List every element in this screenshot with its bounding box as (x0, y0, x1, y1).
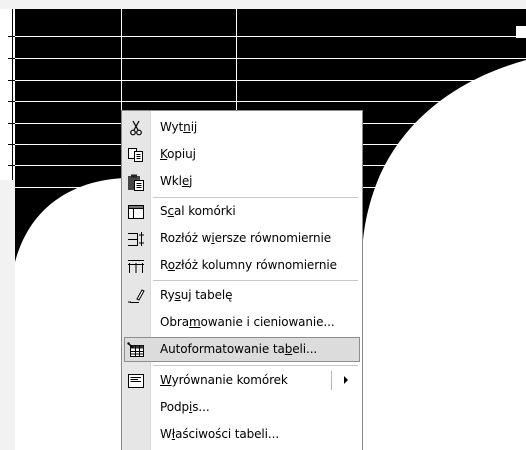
menu-item-draw-table[interactable]: Rysuj tabelę (122, 282, 362, 309)
submenu-arrow-icon (344, 376, 348, 384)
menu-item-label: Rozłóż kolumny równomiernie (160, 258, 337, 272)
menu-item-label: Kopiuj (160, 147, 196, 161)
paste-icon (127, 173, 145, 191)
menu-item-paste[interactable]: Wklej (122, 168, 362, 195)
menu-item-distribute-rows[interactable]: Rozłóż wiersze równomiernie (122, 225, 362, 252)
menu-item-label: Rysuj tabelę (160, 288, 233, 302)
menu-item-caption[interactable]: Podpis... (122, 394, 362, 421)
context-menu: Wytnij Kopiuj Wklej Scal komórki Rozłóż … (121, 110, 363, 450)
menu-item-label: Scal komórki (160, 204, 236, 218)
menu-item-table-autoformat[interactable]: Autoformatowanie tabeli... (122, 336, 362, 363)
menu-item-label: Podpis... (160, 400, 210, 414)
menu-item-label: Wytnij (160, 120, 198, 134)
merge-cells-icon (127, 203, 145, 221)
copy-icon (127, 146, 145, 164)
menu-item-copy[interactable]: Kopiuj (122, 141, 362, 168)
scissors-icon (127, 119, 145, 137)
menu-item-merge-cells[interactable]: Scal komórki (122, 198, 362, 225)
menu-item-distribute-columns[interactable]: Rozłóż kolumny równomiernie (122, 252, 362, 279)
menu-item-table-properties[interactable]: Właściwości tabeli... (122, 421, 362, 448)
menu-item-label: Wklej (160, 174, 193, 188)
menu-separator (153, 280, 358, 281)
pencil-icon (127, 287, 145, 305)
menu-separator (153, 365, 358, 366)
menu-item-label: Rozłóż wiersze równomiernie (160, 231, 332, 245)
submenu-divider (331, 371, 332, 390)
menu-item-label: Autoformatowanie tabeli... (160, 342, 318, 356)
table-autoformat-icon (127, 341, 145, 359)
distribute-rows-icon (127, 230, 145, 248)
menu-item-cut[interactable]: Wytnij (122, 114, 362, 141)
distribute-columns-icon (127, 257, 145, 275)
menu-item-label: Obramowanie i cieniowanie... (160, 315, 335, 329)
align-icon (127, 372, 145, 390)
menu-item-borders-shading[interactable]: Obramowanie i cieniowanie... (122, 309, 362, 336)
menu-item-cell-alignment[interactable]: Wyrównanie komórek (122, 367, 362, 394)
menu-item-label: Wyrównanie komórek (160, 373, 288, 387)
menu-item-label: Właściwości tabeli... (160, 427, 280, 441)
